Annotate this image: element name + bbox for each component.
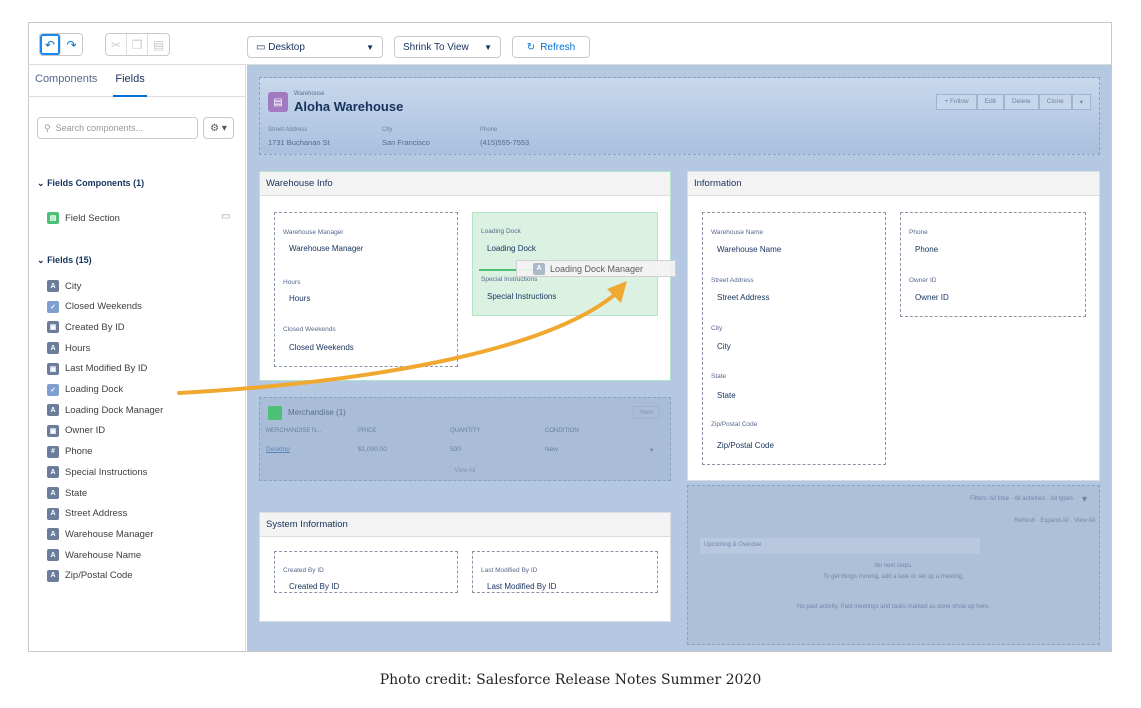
- photo-credit: Photo credit: Salesforce Release Notes S…: [379, 672, 762, 688]
- app-builder-window: ↶ ↷ ✂ ❐ ▤ ▭ Desktop ▼ Shrink To View ▼ ↻…: [28, 22, 1112, 652]
- drag-arrow: [177, 281, 627, 395]
